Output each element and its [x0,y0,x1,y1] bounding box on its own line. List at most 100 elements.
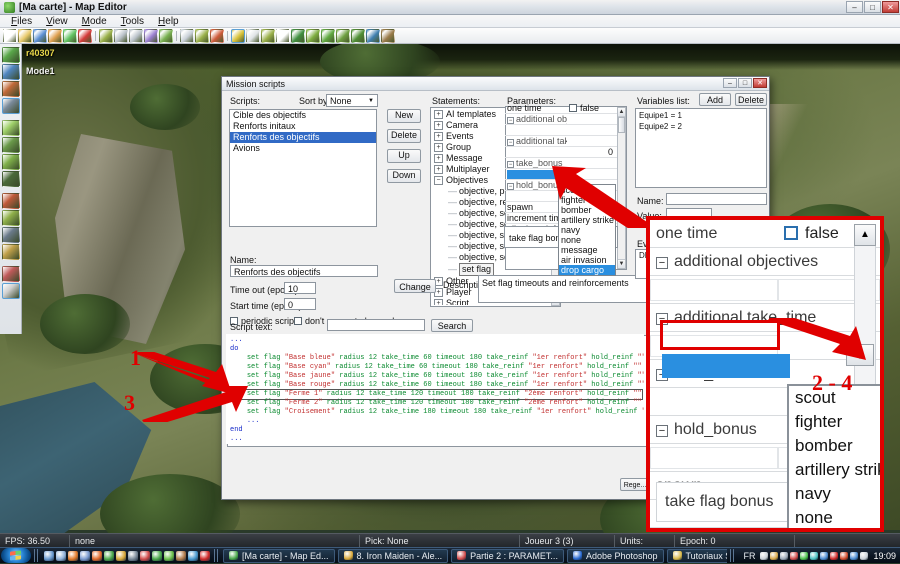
parameter-row[interactable]: −additional objectives [505,114,617,125]
quicklaunch-paint-icon[interactable] [176,550,186,561]
taskbar-grip[interactable] [34,549,40,562]
move-up-button[interactable]: Up [387,149,421,163]
variable-item[interactable]: Equipe2 = 2 [636,122,766,131]
dropdown-option[interactable]: drop cargo [559,265,615,275]
script-list-item[interactable]: Avions [230,143,376,154]
select-arrow-icon[interactable] [231,28,245,43]
collapse-icon[interactable]: − [507,161,514,168]
sidebar-vehicle-icon[interactable] [1,244,20,260]
quicklaunch-firefox-icon[interactable] [92,550,102,561]
tray-battery-icon[interactable] [800,551,809,560]
taskbar-item[interactable]: 8. Iron Maiden - Ale... [337,548,449,563]
parameter-row[interactable]: 0 [505,147,617,158]
sidebar-house-icon[interactable] [1,81,20,97]
taskbar-item[interactable]: Tutoriaux Sudden St... [666,548,728,563]
callout-parameter-row[interactable]: all take reinf [650,528,880,532]
sidebar-objects-icon[interactable] [1,266,20,282]
water-icon[interactable] [351,28,365,43]
collapse-icon[interactable]: − [434,176,443,185]
menubar[interactable]: Files View Mode Tools Help [0,15,900,28]
tray-av-icon[interactable] [820,551,829,560]
script-line[interactable]: ... [230,417,644,426]
script-line[interactable]: set flag "Ferme 1" radius 12 take_time 1… [229,389,644,400]
expand-icon[interactable]: + [434,154,443,163]
collapse-icon[interactable]: − [507,117,514,124]
variables-list[interactable]: Equipe1 = 1 Equipe2 = 2 [635,108,767,188]
map-icon[interactable] [381,28,395,43]
sort-by-select[interactable]: None ▼ [326,94,378,107]
quicklaunch-opera-icon[interactable] [200,550,210,561]
field-icon[interactable] [291,28,305,43]
find-icon[interactable] [129,28,143,43]
save-disk-icon[interactable] [33,28,47,43]
sidebar-building-icon[interactable] [1,98,20,114]
delete-script-button[interactable]: Delete [387,129,421,143]
tray-update-icon[interactable] [810,551,819,560]
quicklaunch-globe-icon[interactable] [104,550,114,561]
stone-icon[interactable] [366,28,380,43]
menu-help[interactable]: Help [151,15,186,28]
tray-volume-icon[interactable] [860,551,869,560]
parameter-row[interactable]: −additional take_time [505,136,617,147]
toolbar[interactable] [0,28,900,44]
scroll-up-icon[interactable]: ▲ [618,108,625,117]
delete-variable-button[interactable]: Delete [735,93,767,106]
search-input[interactable] [327,319,425,331]
callout-dropdown-option[interactable]: none [789,506,880,528]
timeout-input[interactable]: 10 [284,282,316,294]
paint-icon[interactable] [276,28,290,43]
quick-launch-bar[interactable] [43,550,211,561]
menu-tools[interactable]: Tools [114,15,151,28]
maximize-button[interactable]: □ [864,1,881,13]
sidebar-zone-icon[interactable] [1,210,20,226]
expand-icon[interactable]: + [434,132,443,141]
starttime-input[interactable]: 0 [284,298,316,310]
grid-yellow-icon[interactable] [195,28,209,43]
tree-icon[interactable] [321,28,335,43]
expand-icon[interactable]: + [434,121,443,130]
scroll-up-icon[interactable]: ▲ [854,224,876,246]
left-tool-sidebar[interactable] [0,44,22,334]
menu-view[interactable]: View [39,15,75,28]
grass-icon[interactable] [306,28,320,43]
scripts-list[interactable]: Cible des objectifs Renforts initaux Renfo… [229,109,377,227]
taskbar[interactable]: [Ma carte] - Map Ed... 8. Iron Maiden - A… [0,547,900,563]
dialog-close-button[interactable]: ✕ [753,78,767,88]
quicklaunch-monitor-icon[interactable] [44,550,54,561]
callout-dropdown-list[interactable]: scoutfighterbomberartillery strikenavyno… [787,384,880,528]
dropdown-option[interactable]: air invasion [559,255,615,265]
taskbar-item[interactable]: Partie 2 : PARAMET... [451,548,564,563]
script-line[interactable]: set flag "Croisement" radius 12 take_tim… [230,408,644,417]
dropdown-option[interactable]: none [559,235,615,245]
home-icon[interactable] [48,28,62,43]
sidebar-gun-icon[interactable] [1,227,20,243]
script-line[interactable]: do [230,345,644,354]
sidebar-unit-icon[interactable] [1,283,20,299]
tray-network-icon[interactable] [780,551,789,560]
dropdown-option[interactable]: message [559,245,615,255]
script-list-item[interactable]: Cible des objectifs [230,110,376,121]
checkbox-icon[interactable] [294,317,302,325]
expand-icon[interactable]: + [434,165,443,174]
dialog-maximize-button[interactable]: □ [738,78,752,88]
callout-dropdown-option[interactable]: navy [789,482,880,506]
parameter-value[interactable]: false [567,103,617,113]
expand-icon[interactable]: + [434,143,443,152]
script-line[interactable]: set flag "Base bleue" radius 12 take_tim… [230,354,644,363]
callout-parameter-row[interactable] [650,276,880,304]
quicklaunch-refresh-icon[interactable] [152,550,162,561]
start-button[interactable] [1,548,31,563]
tray-opera-icon[interactable] [840,551,849,560]
quicklaunch-mail2-icon[interactable] [116,550,126,561]
checkbox-icon[interactable] [784,225,798,240]
callout-dropdown-option[interactable]: artillery strike [789,458,880,482]
open-folder-icon[interactable] [18,28,32,43]
tray-arrow-icon[interactable] [760,551,769,560]
sidebar-road-icon[interactable] [1,193,20,209]
quicklaunch-winamp-icon[interactable] [128,550,138,561]
expand-icon[interactable]: + [434,299,443,305]
menu-mode[interactable]: Mode [75,15,114,28]
collapse-icon[interactable]: − [507,183,514,190]
sidebar-landscape-icon[interactable] [1,47,20,63]
script-line[interactable]: ... [230,435,644,444]
